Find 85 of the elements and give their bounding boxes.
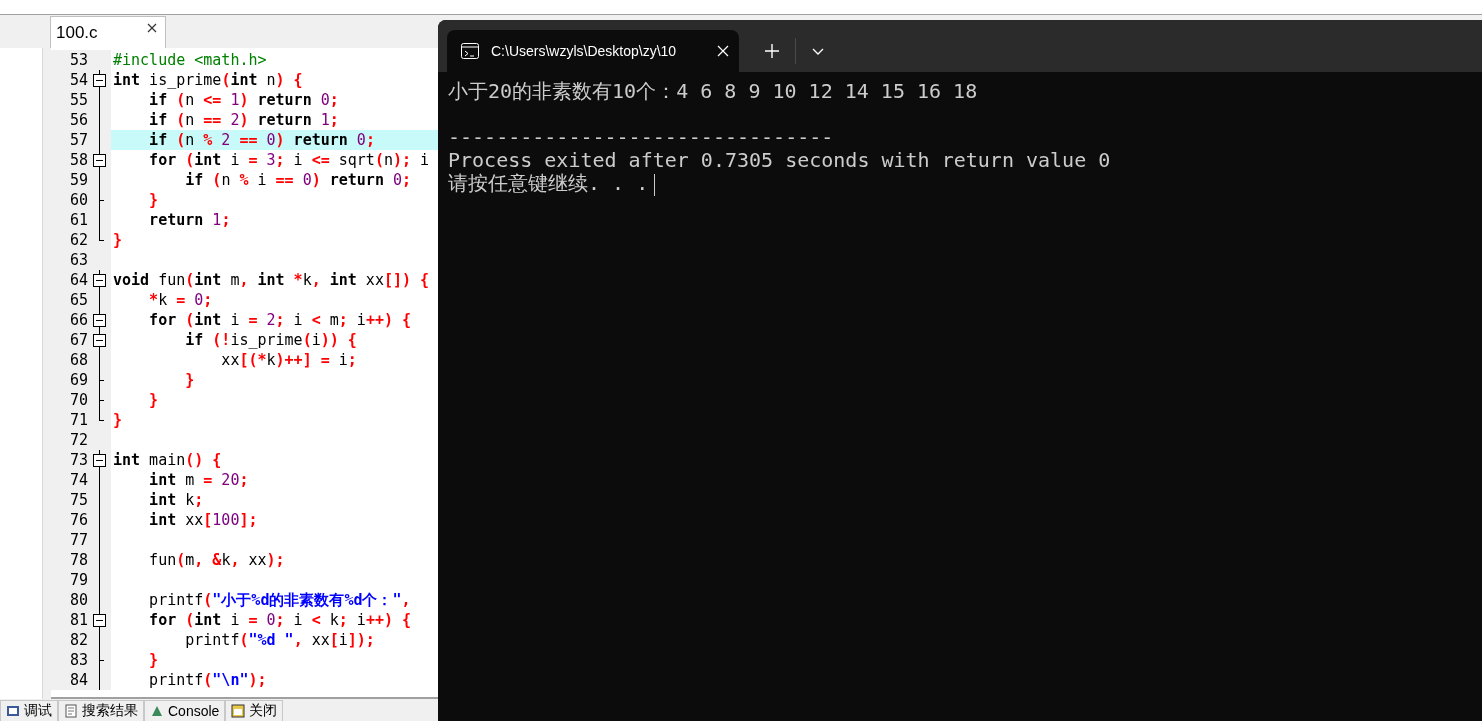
code-line: #include <math.h> (112, 50, 268, 70)
line-number: 82 (68, 630, 88, 650)
line-number: 69 (68, 370, 88, 390)
window-icon (231, 704, 246, 718)
pause-prompt: 请按任意键继续. . . (448, 171, 649, 195)
line-number: 79 (68, 570, 88, 590)
code-line: return 1; (148, 210, 232, 230)
code-line: } (112, 230, 124, 250)
panel-tab[interactable]: 调试 (0, 700, 58, 721)
line-number: 70 (68, 390, 88, 410)
panel-tab[interactable]: 搜索结果 (58, 700, 144, 721)
line-number: 71 (68, 410, 88, 430)
code-line: xx[(*k)++] = i; (220, 350, 358, 370)
tab-title: C:\Users\wzyls\Desktop\zy\10 (491, 43, 678, 59)
command-prompt-icon (461, 43, 479, 59)
line-number: 81 (68, 610, 88, 630)
line-number: 83 (68, 650, 88, 670)
line-number: 75 (68, 490, 88, 510)
document-icon (64, 704, 78, 718)
code-line: } (148, 650, 160, 670)
collapse-icon[interactable] (93, 274, 106, 287)
code-line: int is_prime(int n) { (112, 70, 304, 90)
code-line: if (!is_prime(i)) { (184, 330, 358, 350)
terminal-tab[interactable]: C:\Users\wzyls\Desktop\zy\10 (447, 30, 739, 72)
collapse-icon[interactable] (93, 454, 106, 467)
line-number: 54 (68, 70, 88, 90)
line-number: 76 (68, 510, 88, 530)
new-tab-icon[interactable] (765, 44, 779, 58)
line-number: 77 (68, 530, 88, 550)
line-number: 61 (68, 210, 88, 230)
code-line: void fun(int m, int *k, int xx[]) { (112, 270, 431, 290)
code-line: } (148, 390, 160, 410)
code-line: *k = 0; (148, 290, 214, 310)
code-line: for (int i = 2; i < m; i++) { (148, 310, 413, 330)
panel-tab[interactable]: 关闭 (225, 700, 284, 721)
output-line: 小于20的非素数有10个：4 6 8 9 10 12 14 15 16 18 (448, 79, 978, 103)
line-number: 73 (68, 450, 88, 470)
panel-tab[interactable]: Console (144, 700, 226, 721)
editor-tab[interactable]: 100.c (50, 16, 166, 48)
code-line: } (184, 370, 196, 390)
collapse-icon[interactable] (93, 614, 106, 627)
console-icon (150, 704, 164, 718)
line-number: 78 (68, 550, 88, 570)
line-number: 68 (68, 350, 88, 370)
exit-message: Process exited after 0.7305 seconds with return value 0 (448, 148, 1111, 172)
collapse-icon[interactable] (93, 334, 106, 347)
code-line: for (int i = 3; i <= sqrt(n); i (148, 150, 431, 170)
code-line: int m = 20; (148, 470, 250, 490)
code-line: int main() { (112, 450, 223, 470)
code-line: if (n == 2) return 1; (148, 110, 340, 130)
code-line: printf("\n"); (148, 670, 268, 690)
line-number: 66 (68, 310, 88, 330)
line-number: 57 (68, 130, 88, 150)
code-line: if (n % i == 0) return 0; (184, 170, 413, 190)
separator-line: -------------------------------- (448, 125, 834, 149)
line-number: 62 (68, 230, 88, 250)
line-number: 74 (68, 470, 88, 490)
collapse-icon[interactable] (93, 154, 106, 167)
line-number: 65 (68, 290, 88, 310)
code-line: int xx[100]; (148, 510, 259, 530)
line-number: 56 (68, 110, 88, 130)
collapse-icon[interactable] (93, 314, 106, 327)
collapse-icon[interactable] (93, 74, 106, 87)
code-line: printf("%d ", xx[i]); (184, 630, 376, 650)
line-number: 59 (68, 170, 88, 190)
line-number: 63 (68, 250, 88, 270)
code-line: fun(m, &k, xx); (148, 550, 286, 570)
line-number: 80 (68, 590, 88, 610)
close-icon[interactable] (147, 23, 157, 33)
code-line: if (n <= 1) return 0; (148, 90, 340, 110)
line-number: 60 (68, 190, 88, 210)
line-number: 58 (68, 150, 88, 170)
line-number: 72 (68, 430, 88, 450)
line-number: 55 (68, 90, 88, 110)
code-line: } (148, 190, 160, 210)
line-number: 53 (68, 50, 88, 70)
line-number: 67 (68, 330, 88, 350)
code-line: int k; (148, 490, 205, 510)
line-number: 84 (68, 670, 88, 690)
line-number: 64 (68, 270, 88, 290)
text-cursor (654, 173, 656, 196)
debug-icon (6, 704, 20, 718)
code-line: } (112, 410, 124, 430)
code-line: for (int i = 0; i < k; i++) { (148, 610, 413, 630)
code-line: printf("小于%d的非素数有%d个：", (148, 590, 412, 610)
